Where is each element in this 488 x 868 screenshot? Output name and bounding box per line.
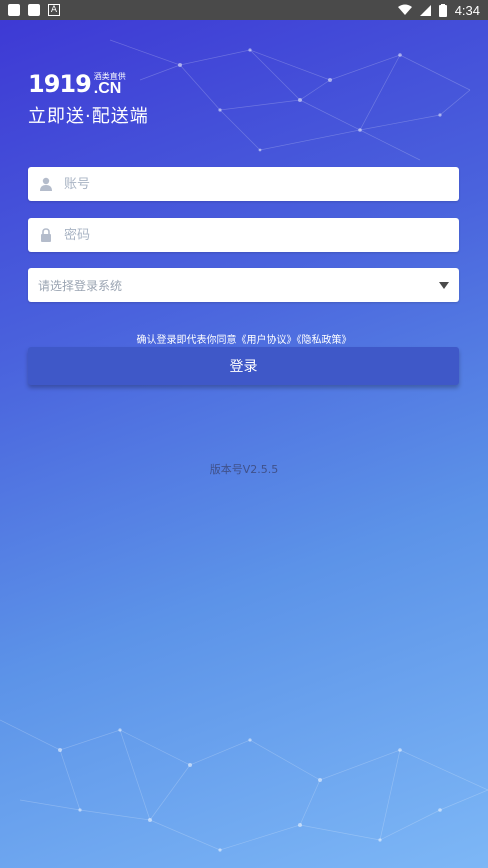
account-field[interactable] [28, 167, 459, 201]
notification-icon [8, 4, 20, 16]
version-label: 版本号V2.5.5 [209, 463, 279, 476]
status-bar: A 4:34 [0, 0, 488, 20]
login-button[interactable]: 登录 [28, 347, 459, 385]
system-select-placeholder: 请选择登录系统 [38, 278, 123, 293]
battery-icon [438, 3, 447, 17]
app-notification-icon: A [48, 4, 60, 16]
logo-suffix: .CN [93, 80, 122, 97]
logo: 1919 酒类直供 .CN [28, 70, 149, 98]
clock: 4:34 [454, 2, 480, 18]
dropdown-arrow-icon[interactable] [439, 281, 449, 289]
account-input[interactable] [62, 168, 449, 200]
app-tagline: 立即送·配送端 [28, 106, 149, 127]
agreement-text[interactable]: 确认登录即代表你同意《用户协议》《隐私政策》 [0, 331, 488, 346]
notification-icon [28, 4, 40, 16]
user-icon [38, 176, 54, 192]
system-select[interactable]: 请选择登录系统 [28, 268, 459, 302]
signal-icon [419, 4, 431, 16]
lock-icon [38, 227, 54, 243]
password-input[interactable] [62, 219, 449, 251]
network-background [0, 39, 488, 852]
brand-area: 1919 酒类直供 .CN 立即送·配送端 [28, 72, 149, 128]
logo-number: 1919 [28, 70, 92, 98]
wifi-icon [397, 4, 412, 15]
password-field[interactable] [28, 218, 459, 252]
